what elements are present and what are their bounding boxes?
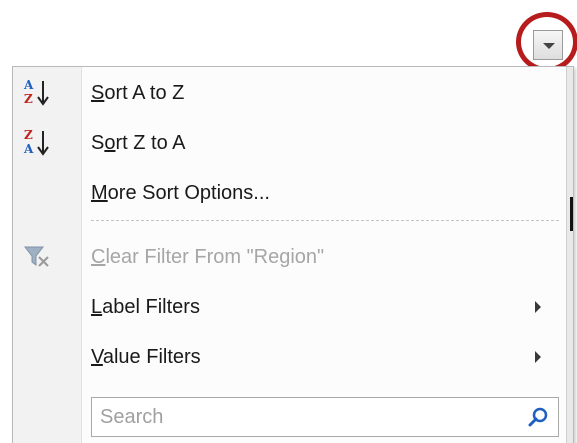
menu-right-edge (566, 67, 573, 443)
dropdown-arrow-icon (543, 43, 555, 49)
menu-edge-mark (570, 197, 573, 231)
menu-item-label-start: S (91, 132, 105, 154)
access-key: V (91, 346, 103, 368)
search-placeholder: Search (100, 406, 164, 428)
access-key: o (104, 132, 116, 154)
filter-dropdown-screenshot: A Z Sort A to Z Z A Sort Z to A More Sor… (0, 0, 577, 443)
submenu-arrow-icon (535, 351, 541, 363)
submenu-arrow-icon (535, 301, 541, 313)
menu-item-label-rest: alue Filters (102, 346, 201, 368)
access-key: M (91, 182, 108, 204)
menu-item-label-filters[interactable]: Label Filters (13, 283, 561, 331)
menu-item-label: Clear Filter From "Region" (91, 233, 324, 281)
menu-item-value-filters[interactable]: Value Filters (13, 333, 561, 381)
filter-dropdown-button[interactable] (533, 30, 563, 60)
access-key: L (91, 296, 103, 318)
search-input[interactable]: Search (91, 397, 559, 437)
menu-item-label-rest: ore Sort Options... (107, 182, 270, 204)
menu-item-label: Value Filters (91, 333, 201, 381)
svg-text:A: A (23, 78, 34, 92)
menu-item-label-rest: abel Filters (102, 296, 200, 318)
svg-text:Z: Z (24, 128, 33, 142)
menu-item-clear-filter: Clear Filter From "Region" (13, 233, 561, 281)
access-key: C (91, 246, 106, 268)
svg-text:Z: Z (24, 92, 33, 106)
menu-item-label: Sort A to Z (91, 69, 184, 117)
menu-separator (91, 220, 559, 221)
menu-item-label-rest: lear Filter From "Region" (105, 246, 325, 268)
filter-menu: A Z Sort A to Z Z A Sort Z to A More Sor… (12, 66, 574, 443)
menu-item-more-sort-options[interactable]: More Sort Options... (13, 169, 561, 217)
menu-item-sort-a-to-z[interactable]: A Z Sort A to Z (13, 69, 561, 117)
menu-item-label: More Sort Options... (91, 169, 270, 217)
sort-ascending-icon: A Z (23, 78, 49, 106)
clear-filter-icon (23, 246, 49, 267)
menu-item-sort-z-to-a[interactable]: Z A Sort Z to A (13, 119, 561, 167)
menu-item-label: Label Filters (91, 283, 200, 331)
sort-descending-icon: Z A (23, 128, 49, 156)
svg-text:A: A (23, 142, 34, 156)
menu-item-label: Sort Z to A (91, 119, 186, 167)
access-key: S (91, 82, 105, 104)
search-icon[interactable] (526, 405, 550, 429)
menu-item-label-rest: rt Z to A (115, 132, 186, 154)
menu-item-label-rest: ort A to Z (104, 82, 185, 104)
